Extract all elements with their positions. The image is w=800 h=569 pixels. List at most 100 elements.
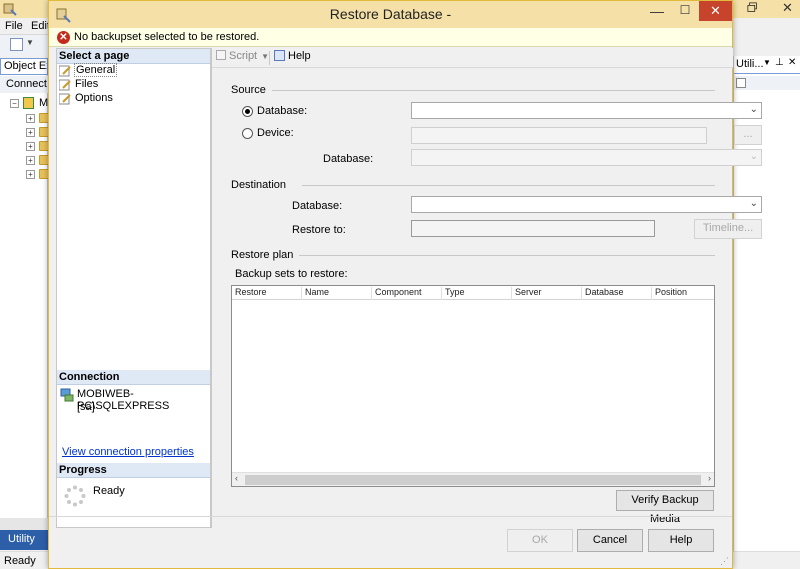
chevron-down-icon[interactable]: ⌄ (750, 104, 758, 115)
device-database-label: Database: (323, 153, 374, 165)
ok-button[interactable]: OK (507, 529, 573, 552)
device-database-combo[interactable]: ⌄ (411, 149, 762, 166)
general-page: Script ▼ Help Source Database: ⌄ Device: … (211, 48, 762, 528)
chevron-down-icon[interactable]: ⌄ (750, 198, 758, 209)
wrench-page-icon (59, 93, 71, 105)
expand-icon[interactable]: + (26, 156, 35, 165)
help-button[interactable]: Help (648, 529, 714, 552)
ssms-app-icon (3, 3, 17, 16)
refresh-icon[interactable] (736, 78, 746, 88)
column-header-type[interactable]: Type (442, 287, 512, 300)
scroll-thumb[interactable] (245, 475, 701, 485)
restore-plan-section-label: Restore plan (231, 249, 294, 261)
timeline-button[interactable]: Timeline... (694, 219, 762, 239)
expand-icon[interactable]: + (26, 170, 35, 179)
cancel-button[interactable]: Cancel (577, 529, 643, 552)
object-explorer-panel: Object Exp Connect − M + + + + + (0, 58, 51, 538)
expand-icon[interactable]: + (26, 128, 35, 137)
object-explorer-scrollbar[interactable] (0, 518, 48, 530)
column-header-component[interactable]: Component (372, 287, 442, 300)
progress-header: Progress (57, 463, 210, 478)
connect-button[interactable]: Connect (0, 76, 48, 93)
menu-file[interactable]: File (5, 20, 23, 32)
verify-backup-media-button[interactable]: Verify Backup Media (616, 490, 714, 525)
column-header-name[interactable]: Name (302, 287, 372, 300)
script-icon (216, 50, 226, 60)
dialog-title: Restore Database - (329, 6, 452, 22)
backup-sets-grid[interactable]: Restore Name Component Type Server Datab… (231, 285, 715, 487)
toolbar-help-button[interactable]: Help (274, 50, 311, 66)
resize-grip-icon[interactable]: ⋰ (720, 556, 729, 567)
grid-header: Restore Name Component Type Server Datab… (232, 286, 714, 300)
page-options[interactable]: Options (59, 92, 199, 106)
source-device-field[interactable] (411, 127, 707, 144)
maximize-icon[interactable]: ☐ (671, 3, 699, 23)
tree-root-label: M (39, 97, 49, 109)
grid-horizontal-scrollbar[interactable]: ‹ › (232, 472, 714, 486)
chevron-down-icon[interactable]: ▼ (261, 52, 269, 61)
source-database-radio[interactable] (242, 106, 253, 117)
destination-database-label: Database: (292, 200, 343, 212)
connection-header: Connection (57, 370, 210, 385)
source-section-label: Source (231, 84, 266, 96)
destination-section-label: Destination (231, 179, 287, 191)
page-files[interactable]: Files (59, 78, 199, 92)
pin-dropdown-icon[interactable]: ▼ (763, 58, 771, 67)
wrench-page-icon (59, 79, 71, 91)
utility-panel-title: Utili... ▼ ⊥ ✕ (734, 56, 800, 74)
source-database-combo[interactable]: ⌄ (411, 102, 762, 119)
device-browse-button[interactable]: ... (734, 125, 762, 145)
chevron-down-icon[interactable]: ▼ (26, 38, 34, 47)
help-icon (274, 50, 285, 61)
footer-divider (49, 516, 732, 517)
close-panel-icon[interactable]: ✕ (788, 57, 796, 68)
server-connection-icon (60, 388, 74, 402)
connection-user: [sa] (77, 401, 95, 413)
destination-divider (302, 185, 715, 186)
source-divider (272, 90, 715, 91)
new-query-icon[interactable] (10, 38, 23, 51)
source-device-label: Device: (257, 127, 294, 139)
error-message-bar: ✕ No backupset selected to be restored. (49, 28, 732, 47)
toolbar-help-label: Help (288, 50, 311, 62)
scroll-right-icon[interactable]: › (708, 473, 711, 483)
minimize-icon[interactable]: — (643, 3, 671, 23)
scroll-left-icon[interactable]: ‹ (235, 473, 238, 483)
wrench-page-icon (59, 65, 71, 77)
collapse-icon[interactable]: − (10, 99, 19, 108)
column-header-restore[interactable]: Restore (232, 287, 302, 300)
restore-plan-divider (299, 255, 715, 256)
column-header-database[interactable]: Database (582, 287, 652, 300)
backup-sets-label: Backup sets to restore: (235, 268, 348, 280)
source-database-label: Database: (257, 105, 308, 117)
script-label: Script (229, 50, 258, 62)
dialog-titlebar: Restore Database - — ☐ ✕ (49, 1, 732, 28)
utility-panel-toolbar (734, 76, 800, 90)
page-general[interactable]: General (59, 63, 199, 78)
utility-tab[interactable]: Utility (0, 530, 48, 550)
object-explorer-title: Object Exp (0, 58, 48, 75)
tree-root-node[interactable]: − M (10, 97, 48, 110)
toolbar-separator (269, 51, 270, 65)
close-icon[interactable]: ✕ (699, 1, 732, 21)
progress-status: Ready (93, 485, 125, 497)
error-message: No backupset selected to be restored. (74, 31, 260, 43)
column-header-position[interactable]: Position (652, 287, 714, 300)
close-window-icon[interactable]: ✕ (782, 0, 793, 16)
page-files-label: Files (75, 78, 99, 90)
source-device-radio[interactable] (242, 128, 253, 139)
restore-to-field[interactable] (411, 220, 655, 237)
chevron-down-icon[interactable]: ⌄ (750, 151, 758, 162)
expand-icon[interactable]: + (26, 114, 35, 123)
view-connection-properties-link[interactable]: View connection properties (62, 446, 194, 458)
script-button[interactable]: Script ▼ (216, 50, 269, 66)
pin-icon[interactable]: ⊥ (775, 57, 784, 68)
page-toolbar: Script ▼ Help (212, 48, 733, 68)
ssms-menubar: File Edit (0, 18, 50, 34)
destination-database-combo[interactable]: ⌄ (411, 196, 762, 213)
page-general-label: General (73, 63, 118, 77)
restore-window-icon[interactable] (747, 2, 759, 14)
column-header-server[interactable]: Server (512, 287, 582, 300)
expand-icon[interactable]: + (26, 142, 35, 151)
restore-to-label: Restore to: (292, 224, 346, 236)
